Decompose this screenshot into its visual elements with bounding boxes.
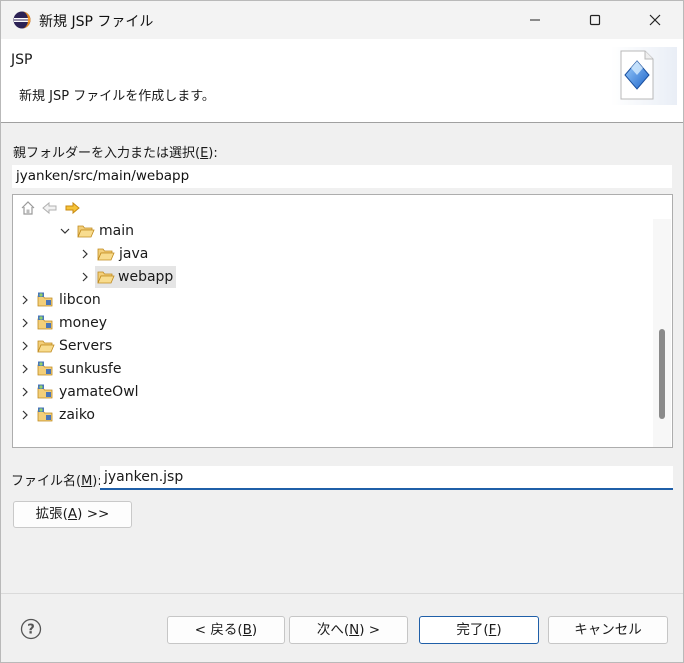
folder-open-icon — [97, 248, 115, 261]
tree-item-servers[interactable]: Servers — [13, 335, 653, 357]
maximize-button[interactable] — [567, 1, 623, 39]
minimize-icon — [530, 19, 540, 21]
help-icon[interactable]: ? — [20, 618, 42, 640]
tree-item-label: main — [99, 223, 134, 239]
tree-item-label: java — [119, 246, 149, 262]
cancel-button[interactable]: キャンセル — [548, 616, 668, 644]
parent-folder-label: 親フォルダーを入力または選択(E): — [13, 146, 218, 161]
jsp-wizard-icon — [611, 47, 677, 105]
home-icon[interactable] — [19, 199, 37, 217]
forward-arrow-icon[interactable] — [63, 199, 81, 217]
project-icon — [37, 361, 53, 376]
chevron-right-icon[interactable] — [19, 381, 31, 403]
close-button[interactable] — [627, 1, 683, 39]
tree-item-zaiko[interactable]: zaiko — [13, 404, 653, 426]
maximize-icon — [589, 14, 601, 26]
folder-tree[interactable]: main java webapp libcon money Servers su… — [12, 194, 673, 448]
tree-item-label: zaiko — [59, 407, 95, 423]
tree-scrollbar[interactable] — [653, 219, 671, 447]
tree-item-java[interactable]: java — [13, 243, 653, 265]
tree-item-label: sunkusfe — [59, 361, 122, 377]
advanced-button[interactable]: 拡張(A) >> — [13, 501, 132, 528]
chevron-right-icon[interactable] — [19, 289, 31, 311]
tree-item-label: libcon — [59, 292, 101, 308]
minimize-button[interactable] — [507, 1, 563, 39]
folder-open-icon — [77, 225, 95, 238]
tree-item-label: webapp — [118, 269, 174, 285]
tree-item-libcon[interactable]: libcon — [13, 289, 653, 311]
chevron-right-icon[interactable] — [79, 243, 91, 265]
title-bar: 新規 JSP ファイル — [1, 1, 683, 39]
folder-open-icon — [97, 271, 115, 284]
project-icon — [37, 315, 53, 330]
chevron-down-icon[interactable] — [59, 220, 71, 242]
tree-item-money[interactable]: money — [13, 312, 653, 334]
svg-text:?: ? — [27, 623, 35, 638]
back-arrow-icon[interactable] — [41, 199, 59, 217]
chevron-right-icon[interactable] — [19, 312, 31, 334]
tree-item-webapp[interactable]: webapp — [13, 266, 653, 288]
eclipse-icon — [13, 11, 31, 29]
file-name-label: ファイル名(M): — [11, 474, 102, 489]
tree-item-sunkusfe[interactable]: sunkusfe — [13, 358, 653, 380]
next-button[interactable]: 次へ(N) > — [289, 616, 408, 644]
back-button[interactable]: < 戻る(B) — [167, 616, 285, 644]
project-icon — [37, 384, 53, 399]
chevron-right-icon[interactable] — [19, 335, 31, 357]
wizard-banner: JSP 新規 JSP ファイルを作成します。 — [1, 39, 683, 123]
tree-item-main[interactable]: main — [13, 220, 653, 242]
parent-folder-input[interactable]: jyanken/src/main/webapp — [12, 165, 672, 188]
window-title: 新規 JSP ファイル — [39, 14, 154, 30]
project-icon — [37, 407, 53, 422]
chevron-right-icon[interactable] — [19, 404, 31, 426]
close-icon — [649, 14, 661, 26]
tree-item-label: Servers — [59, 338, 113, 354]
banner-title: JSP — [11, 52, 33, 68]
scrollbar-thumb[interactable] — [659, 329, 665, 419]
folder-open-icon — [37, 340, 55, 353]
chevron-right-icon[interactable] — [19, 358, 31, 380]
finish-button[interactable]: 完了(F) — [419, 616, 539, 644]
tree-item-yamateowl[interactable]: yamateOwl — [13, 381, 653, 403]
chevron-right-icon[interactable] — [79, 266, 91, 288]
tree-item-label: money — [59, 315, 107, 331]
divider — [1, 593, 683, 594]
tree-item-label: yamateOwl — [59, 384, 139, 400]
file-name-input[interactable]: jyanken.jsp — [100, 466, 673, 490]
project-icon — [37, 292, 53, 307]
banner-description: 新規 JSP ファイルを作成します。 — [19, 89, 215, 104]
new-jsp-file-dialog: 新規 JSP ファイル JSP 新規 JSP ファイルを作成します。 親フォルダ… — [0, 0, 684, 663]
